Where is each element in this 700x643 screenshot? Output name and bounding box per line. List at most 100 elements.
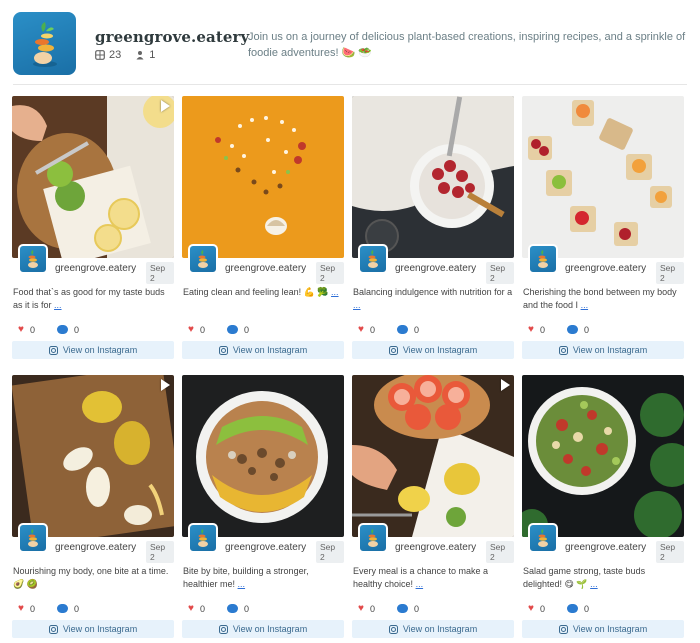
post-caption: Bite by bite, building a stronger, healt… [183,565,343,591]
read-more-link[interactable]: ... [416,579,424,589]
likes-count: 0 [199,603,205,614]
posts-count-value: 23 [109,49,122,61]
comments: 0 [566,324,589,335]
profile-name[interactable]: greengrove.eatery [95,28,249,46]
author-handle[interactable]: greengrove.eatery [225,263,306,274]
post-photo[interactable] [352,375,514,537]
read-more-link[interactable]: ... [581,300,589,310]
likes-count: 0 [29,324,35,335]
author-avatar[interactable] [528,523,558,553]
post-reactions: ♥ 0 0 [18,603,79,614]
post-photo[interactable] [522,375,684,537]
post-author: greengrove.eatery Sep 2 [358,244,514,284]
view-on-instagram-button[interactable]: View on Instagram [352,620,514,638]
author-avatar[interactable] [528,244,558,274]
instagram-icon [388,345,398,355]
likes-count: 0 [539,324,545,335]
post-date: Sep 2 [486,262,514,284]
caption-text: Nourishing my body, one bite at a time. … [13,566,169,589]
caption-text: Bite by bite, building a stronger, healt… [183,566,309,589]
view-button-label: View on Instagram [572,345,648,355]
stacked-veggies-logo-icon [368,250,378,268]
view-button-label: View on Instagram [232,624,308,634]
read-more-link[interactable]: ... [238,579,246,589]
view-on-instagram-button[interactable]: View on Instagram [522,341,684,359]
likes-count: 0 [29,603,35,614]
comment-icon [566,604,578,613]
post-photo[interactable] [352,96,514,258]
comments: 0 [226,603,249,614]
post-photo[interactable] [182,96,344,258]
post-author: greengrove.eatery Sep 2 [528,244,684,284]
comment-icon [56,325,68,334]
author-handle[interactable]: greengrove.eatery [225,542,306,553]
author-handle[interactable]: greengrove.eatery [395,263,476,274]
likes: ♥ 0 [18,603,35,614]
post-date: Sep 2 [316,541,344,563]
post-date: Sep 2 [146,262,174,284]
view-on-instagram-button[interactable]: View on Instagram [12,341,174,359]
read-more-link[interactable]: ... [331,287,339,297]
post-photo[interactable] [522,96,684,258]
post-caption: Nourishing my body, one bite at a time. … [13,565,173,591]
post-reactions: ♥ 0 0 [188,603,249,614]
comments-count: 0 [73,324,79,335]
play-icon [161,379,170,391]
view-on-instagram-button[interactable]: View on Instagram [352,341,514,359]
heart-icon: ♥ [358,603,364,614]
grain-bowl-photo [182,375,344,537]
author-handle[interactable]: greengrove.eatery [565,542,646,553]
heart-icon: ♥ [528,603,534,614]
post-caption: Cherishing the bond between my body and … [523,286,683,312]
stacked-veggies-logo-icon [368,529,378,547]
post-photo[interactable] [182,375,344,537]
author-handle[interactable]: greengrove.eatery [55,542,136,553]
post-author: greengrove.eatery Sep 2 [188,523,344,563]
comments: 0 [396,603,419,614]
author-handle[interactable]: greengrove.eatery [395,542,476,553]
view-on-instagram-button[interactable]: View on Instagram [182,620,344,638]
author-avatar[interactable] [358,523,388,553]
profile-stats: 23 1 [95,49,155,61]
play-icon [161,100,170,112]
citrus-photo [352,375,514,537]
stacked-veggies-logo-icon [28,250,38,268]
comment-icon [396,604,408,613]
likes: ♥ 0 [528,603,545,614]
profile-bio: Join us on a journey of delicious plant-… [248,31,686,59]
berries-bowl-photo [352,96,514,258]
likes: ♥ 0 [358,603,375,614]
view-on-instagram-button[interactable]: View on Instagram [182,341,344,359]
read-more-link[interactable]: ... [353,300,361,310]
comments: 0 [226,324,249,335]
read-more-link[interactable]: ... [54,300,62,310]
post-reactions: ♥ 0 0 [528,603,589,614]
author-avatar[interactable] [188,244,218,274]
author-avatar[interactable] [18,244,48,274]
instagram-icon [218,345,228,355]
pears-photo [12,375,174,537]
stacked-veggies-logo-icon [33,22,57,67]
post-photo[interactable] [12,375,174,537]
post-photo[interactable] [12,96,174,258]
post-author: greengrove.eatery Sep 2 [18,244,174,284]
likes: ♥ 0 [528,324,545,335]
author-avatar[interactable] [18,523,48,553]
stacked-veggies-logo-icon [198,250,208,268]
comment-icon [226,604,238,613]
author-avatar[interactable] [188,523,218,553]
read-more-link[interactable]: ... [590,579,598,589]
author-handle[interactable]: greengrove.eatery [55,263,136,274]
comments-count: 0 [243,603,249,614]
profile-avatar[interactable] [13,12,76,75]
view-on-instagram-button[interactable]: View on Instagram [12,620,174,638]
author-handle[interactable]: greengrove.eatery [565,263,646,274]
post-author: greengrove.eatery Sep 2 [188,244,344,284]
comment-icon [226,325,238,334]
likes-count: 0 [369,324,375,335]
view-button-label: View on Instagram [402,624,478,634]
view-on-instagram-button[interactable]: View on Instagram [522,620,684,638]
post-caption: Food that`s as good for my taste buds as… [13,286,173,312]
author-avatar[interactable] [358,244,388,274]
header-divider [13,84,687,85]
